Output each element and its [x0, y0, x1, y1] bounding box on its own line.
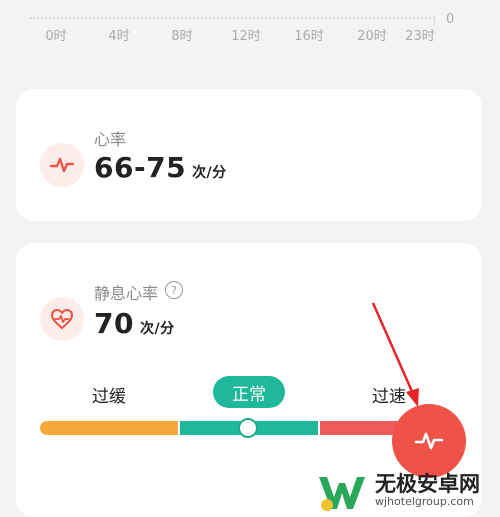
annotation-arrow	[371, 302, 419, 407]
watermark: 无极安卓网 wjhotelgroup.com	[315, 468, 480, 514]
watermark-title: 无极安卓网	[375, 472, 480, 496]
watermark-url: wjhotelgroup.com	[375, 495, 474, 508]
android-logo-icon	[319, 477, 365, 511]
